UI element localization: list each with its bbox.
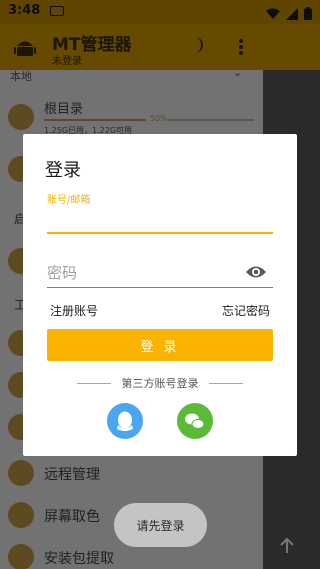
status-time: 3:48 — [8, 3, 41, 18]
drawer-item-package-extract[interactable]: 安装包提取 — [44, 548, 114, 568]
login-dialog: 登录 账号/邮箱 注册账号 忘记密码 登 录 第三方账号登录 — [23, 134, 297, 456]
wechat-icon[interactable] — [177, 403, 213, 439]
app-subtitle: 未登录 — [52, 56, 82, 67]
wifi-icon — [266, 5, 280, 24]
storage-usage-bar — [44, 119, 146, 121]
android-icon[interactable] — [14, 36, 36, 62]
storage-percent: 50% — [150, 114, 168, 123]
arrow-up-icon[interactable] — [280, 537, 294, 558]
remote-icon — [8, 460, 34, 486]
storage-name[interactable]: 根目录 — [44, 98, 83, 117]
night-mode-icon[interactable] — [192, 36, 206, 58]
drawer-section-local: 本地 — [10, 70, 32, 83]
status-icons — [266, 5, 312, 24]
package-extract-icon — [8, 544, 34, 569]
qq-icon[interactable] — [107, 403, 143, 439]
drawer-item-remote[interactable]: 远程管理 — [44, 464, 100, 484]
signal-icon — [286, 5, 298, 24]
password-input[interactable] — [47, 258, 273, 288]
drawer-item-color-picker[interactable]: 屏幕取色 — [44, 506, 100, 526]
account-input[interactable] — [47, 206, 273, 234]
status-bar: 3:48 — [0, 0, 320, 24]
more-options-icon[interactable] — [238, 38, 244, 60]
toast-text: 请先登录 — [136, 518, 185, 533]
battery-icon — [304, 5, 312, 24]
third-party-label: 第三方账号登录 — [121, 377, 199, 390]
app-bar: MT管理器 未登录 — [0, 24, 320, 70]
toast-message: 请先登录 — [114, 503, 207, 547]
divider-right — [209, 383, 243, 384]
chevron-down-icon[interactable]: ⌄ — [233, 66, 242, 79]
login-button[interactable]: 登 录 — [47, 329, 273, 361]
forgot-password-link[interactable]: 忘记密码 — [222, 302, 270, 319]
register-link[interactable]: 注册账号 — [50, 302, 98, 319]
color-picker-icon — [8, 502, 34, 528]
dialog-title: 登录 — [45, 160, 81, 181]
storage-free-bar — [168, 119, 254, 121]
account-label: 账号/邮箱 — [47, 195, 91, 206]
notification-icon — [50, 6, 64, 16]
eye-icon[interactable] — [245, 264, 267, 283]
storage-icon — [8, 104, 34, 130]
